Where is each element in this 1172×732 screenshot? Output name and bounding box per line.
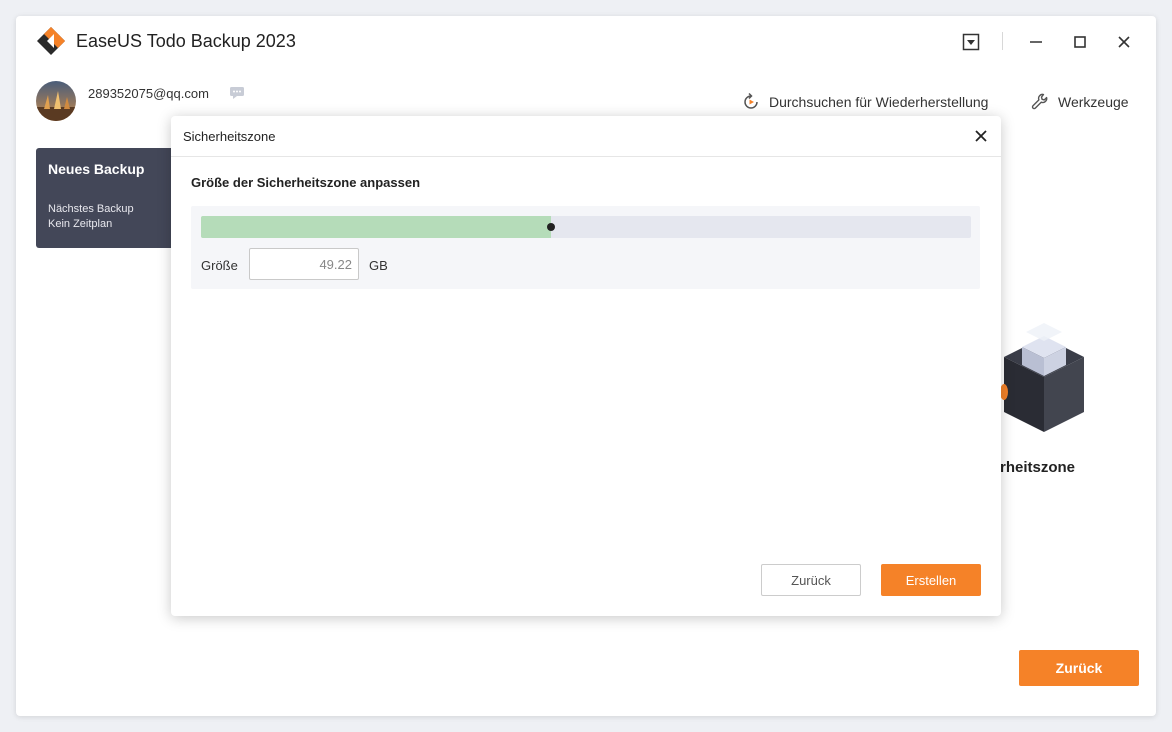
browse-recovery-label: Durchsuchen für Wiederherstellung: [769, 94, 989, 110]
title-bar-divider: [1002, 32, 1003, 50]
app-title: EaseUS Todo Backup 2023: [76, 31, 296, 51]
recovery-icon: [744, 92, 758, 109]
size-slider-fill: [201, 216, 552, 238]
backup-card-title: Neues Backup: [48, 161, 145, 177]
size-panel: Größe GB: [191, 206, 980, 289]
dialog-title: Sicherheitszone: [183, 129, 276, 144]
browse-recovery-button[interactable]: Durchsuchen für Wiederherstellung: [741, 92, 988, 112]
tools-button[interactable]: Werkzeuge: [1030, 92, 1129, 112]
easeus-logo-icon: [37, 27, 65, 55]
size-label: Größe: [201, 258, 238, 273]
dialog-close-icon[interactable]: [971, 126, 991, 146]
dialog-back-button[interactable]: Zurück: [761, 564, 861, 596]
close-icon[interactable]: [1112, 30, 1136, 54]
maximize-icon[interactable]: [1068, 30, 1092, 54]
size-slider[interactable]: [201, 216, 971, 238]
size-input[interactable]: [249, 248, 359, 280]
schedule-label: Kein Zeitplan: [48, 218, 113, 230]
dropdown-menu-icon[interactable]: [959, 30, 983, 54]
avatar[interactable]: [36, 81, 76, 121]
wrench-icon: [1031, 93, 1048, 110]
size-slider-thumb[interactable]: [547, 223, 556, 231]
tools-label: Werkzeuge: [1058, 94, 1129, 110]
create-button[interactable]: Erstellen: [881, 564, 981, 596]
account-email: 289352075@qq.com: [88, 86, 209, 101]
dialog-subtitle: Größe der Sicherheitszone anpassen: [191, 175, 421, 190]
security-zone-dialog: Sicherheitszone Größe der Sicherheitszon…: [171, 116, 1001, 616]
next-backup-label: Nächstes Backup: [48, 203, 134, 215]
back-button[interactable]: Zurück: [1019, 650, 1139, 686]
minimize-icon[interactable]: [1024, 30, 1048, 54]
message-icon[interactable]: [229, 86, 245, 100]
size-unit: GB: [369, 258, 388, 273]
security-zone-label: rheitszone: [1000, 459, 1076, 476]
dialog-header: Sicherheitszone: [171, 116, 1001, 157]
